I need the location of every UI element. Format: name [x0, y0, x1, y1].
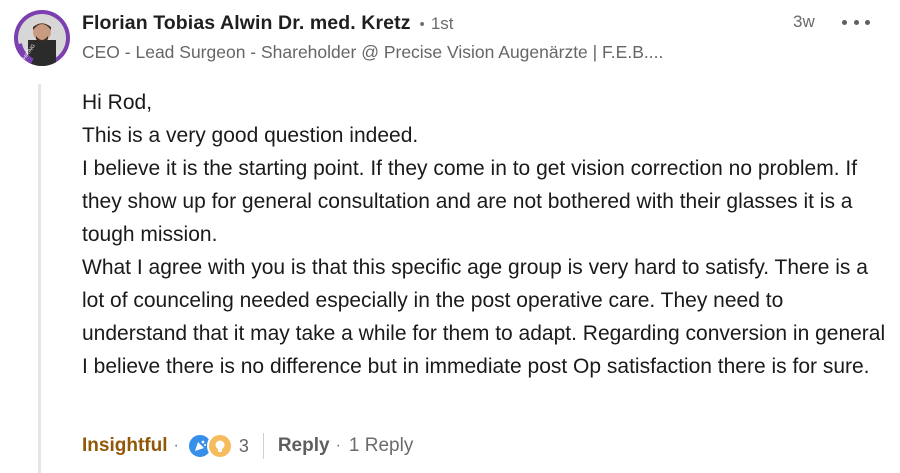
reactions-summary[interactable]: 3	[186, 433, 249, 459]
reaction-count: 3	[238, 435, 249, 456]
footer-dot: ·	[173, 437, 179, 454]
author-name[interactable]: Florian Tobias Alwin Dr. med. Kretz	[82, 12, 411, 35]
comment-line: Hi Rod,	[82, 91, 153, 114]
timestamp: 3w	[793, 12, 815, 31]
author-headline: CEO - Lead Surgeon - Shareholder @ Preci…	[82, 42, 664, 62]
footer-dot: ·	[335, 437, 341, 454]
avatar[interactable]: HIRING	[14, 10, 70, 66]
comment-actions: Insightful · 3 Reply · 1 Reply	[82, 430, 413, 462]
reply-button[interactable]: Reply	[278, 435, 330, 457]
reaction-button[interactable]: Insightful	[82, 435, 167, 457]
thread-line	[38, 84, 41, 473]
insightful-icon	[206, 433, 233, 459]
separator-dot: •	[419, 16, 425, 33]
ellipsis-icon[interactable]	[842, 12, 870, 32]
footer-divider	[262, 433, 264, 459]
comment-line: What I agree with you is that this speci…	[82, 256, 886, 378]
comment-line: This is a very good question indeed.	[82, 124, 419, 147]
connection-degree: 1st	[430, 14, 454, 33]
comment-line: I believe it is the starting point. If t…	[82, 157, 858, 246]
profile-photo: HIRING	[14, 10, 70, 66]
author-header: Florian Tobias Alwin Dr. med. Kretz • 1s…	[82, 12, 454, 38]
comment-body: Hi Rod, This is a very good question ind…	[82, 86, 892, 383]
reply-count-link[interactable]: 1 Reply	[349, 435, 413, 457]
